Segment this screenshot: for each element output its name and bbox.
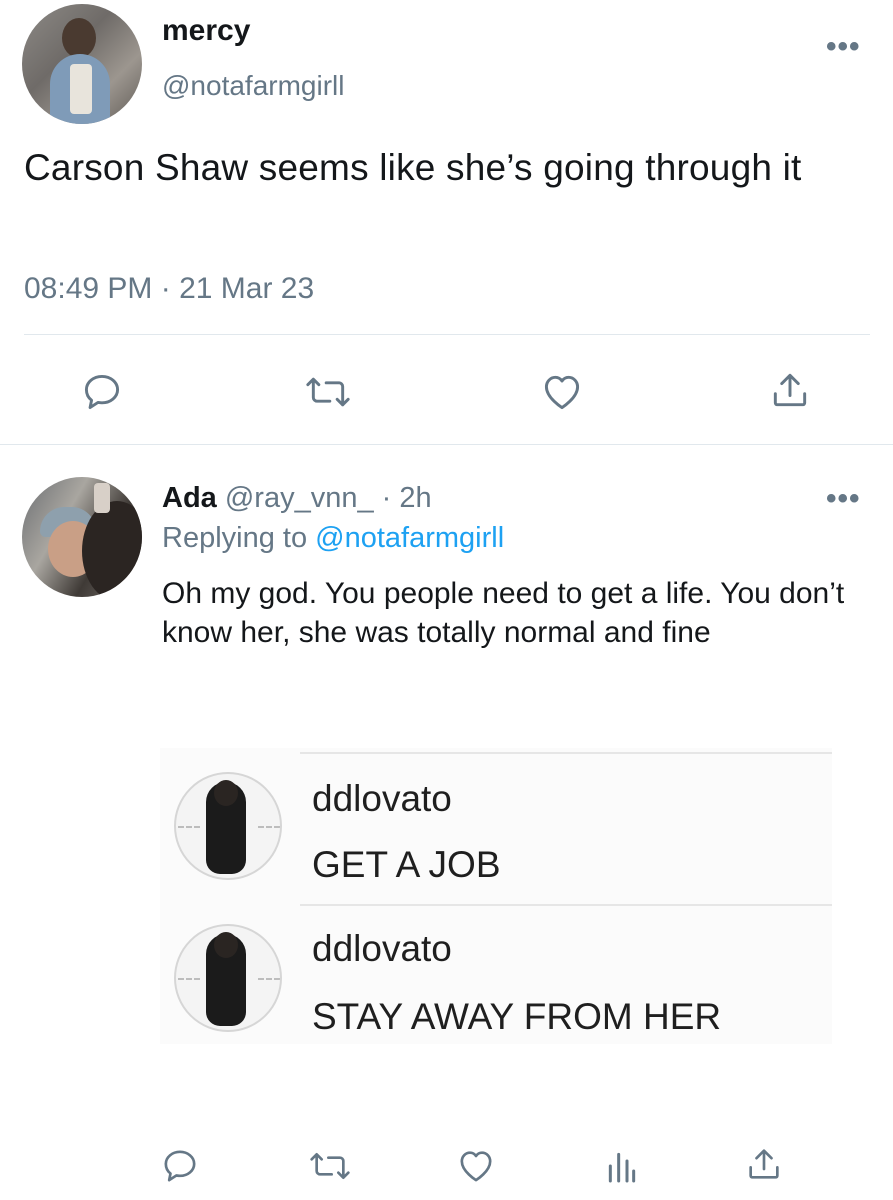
share-icon[interactable] [744,1144,784,1184]
divider [300,752,832,754]
tweet-text: Carson Shaw seems like she’s going throu… [24,147,802,188]
instagram-username: ddlovato [312,928,452,969]
instagram-username: ddlovato [312,778,452,819]
author-avatar[interactable] [22,4,142,124]
like-icon[interactable] [456,1146,496,1186]
reply-handle-time[interactable]: @ray_vnn_ · 2h [225,482,432,514]
instagram-comment: GET A JOB [312,844,501,885]
more-options-icon[interactable]: ••• [826,30,861,64]
reply-display-name[interactable]: Ada [162,482,217,514]
instagram-comment: STAY AWAY FROM HER [312,996,722,1037]
divider [300,904,832,906]
reply-author-avatar[interactable] [22,477,142,597]
reply-text: Oh my god. You people need to get a life… [162,577,845,649]
like-icon[interactable] [540,370,584,414]
divider [24,334,870,335]
retweet-icon[interactable] [302,370,354,414]
divider [0,444,893,445]
replying-to-label: Replying to [162,522,308,554]
instagram-avatar [174,772,282,880]
instagram-avatar [174,924,282,1032]
analytics-icon[interactable] [604,1146,640,1186]
author-display-name[interactable]: mercy [162,14,250,48]
tweet-timestamp: 08:49 PM · 21 Mar 23 [24,272,315,305]
retweet-icon[interactable] [306,1146,354,1186]
embedded-image[interactable]: ddlovato GET A JOB ddlovato STAY AWAY FR… [160,748,832,1044]
reply-icon[interactable] [160,1146,200,1186]
replying-to-line: Replying to @notafarmgirll [162,522,504,555]
share-icon[interactable] [768,368,812,412]
author-handle[interactable]: @notafarmgirll [162,70,344,102]
reply-header: Ada @ray_vnn_ · 2h [162,482,432,515]
reply-icon[interactable] [80,370,124,414]
more-options-icon[interactable]: ••• [826,482,861,516]
replying-to-link[interactable]: @notafarmgirll [315,522,504,554]
